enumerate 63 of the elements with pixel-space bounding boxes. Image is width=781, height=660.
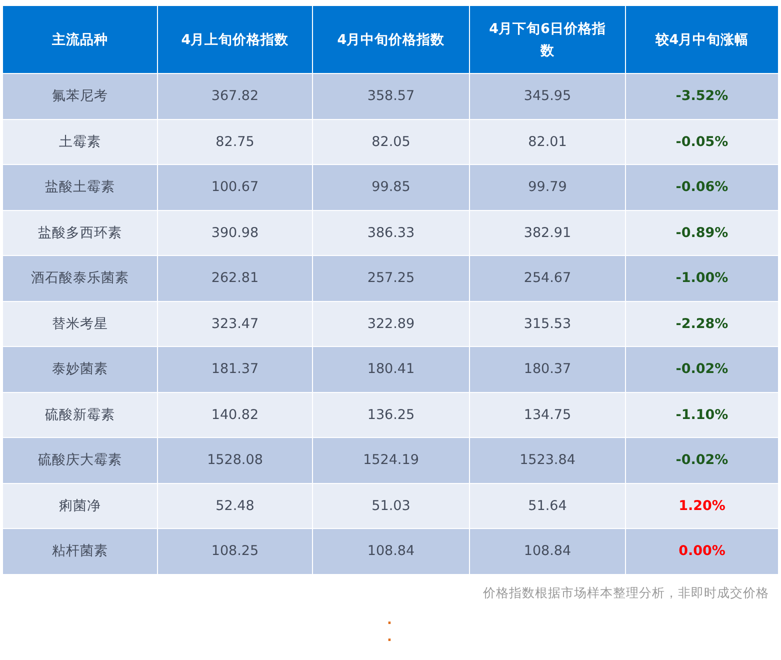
table-cell: 180.37 bbox=[470, 346, 626, 392]
table-cell: 1528.08 bbox=[158, 438, 312, 483]
table-cell: 82.75 bbox=[158, 119, 312, 164]
table-cell: 386.33 bbox=[312, 210, 470, 256]
table-cell: 痢菌净 bbox=[2, 483, 158, 528]
table-cell: -0.02% bbox=[626, 438, 778, 483]
table-cell: 粘杆菌素 bbox=[2, 528, 158, 574]
table-cell: 51.64 bbox=[470, 483, 626, 528]
table-cell: 367.82 bbox=[158, 74, 312, 119]
dot-mark: . bbox=[387, 612, 392, 628]
table-cell: -0.02% bbox=[626, 346, 778, 392]
table-cell: 262.81 bbox=[158, 256, 312, 301]
table-cell: 358.57 bbox=[312, 74, 470, 119]
table-cell: 100.67 bbox=[158, 164, 312, 210]
table-cell: 99.79 bbox=[470, 164, 626, 210]
column-header: 主流品种 bbox=[2, 6, 158, 74]
table-cell: 泰妙菌素 bbox=[2, 346, 158, 392]
table-cell: 108.84 bbox=[312, 528, 470, 574]
table-cell: 180.41 bbox=[312, 346, 470, 392]
table-cell: 82.01 bbox=[470, 119, 626, 164]
table-cell: 0.00% bbox=[626, 528, 778, 574]
table-cell: 1524.19 bbox=[312, 438, 470, 483]
footnote: 价格指数根据市场样本整理分析，非即时成交价格 bbox=[483, 584, 769, 602]
table-cell: 氟苯尼考 bbox=[2, 74, 158, 119]
table-cell: 酒石酸泰乐菌素 bbox=[2, 256, 158, 301]
table-cell: -2.28% bbox=[626, 301, 778, 346]
column-header: 4月下旬6日价格指数 bbox=[470, 6, 626, 74]
table-cell: 硫酸新霉素 bbox=[2, 392, 158, 438]
table-cell: 257.25 bbox=[312, 256, 470, 301]
table-cell: 345.95 bbox=[470, 74, 626, 119]
table-cell: 99.85 bbox=[312, 164, 470, 210]
table-cell: 盐酸多西环素 bbox=[2, 210, 158, 256]
table-cell: -3.52% bbox=[626, 74, 778, 119]
table-cell: 82.05 bbox=[312, 119, 470, 164]
table-cell: 108.84 bbox=[470, 528, 626, 574]
table-cell: 1.20% bbox=[626, 483, 778, 528]
dot-mark: . bbox=[387, 628, 392, 646]
table-cell: 土霉素 bbox=[2, 119, 158, 164]
table-cell: 51.03 bbox=[312, 483, 470, 528]
table-cell: -0.06% bbox=[626, 164, 778, 210]
column-header: 4月中旬价格指数 bbox=[312, 6, 470, 74]
table-cell: 盐酸土霉素 bbox=[2, 164, 158, 210]
table-cell: 315.53 bbox=[470, 301, 626, 346]
table-cell: -1.00% bbox=[626, 256, 778, 301]
table-cell: 替米考星 bbox=[2, 301, 158, 346]
column-header: 4月上旬价格指数 bbox=[158, 6, 312, 74]
table-cell: 322.89 bbox=[312, 301, 470, 346]
table-cell: 181.37 bbox=[158, 346, 312, 392]
table-cell: 108.25 bbox=[158, 528, 312, 574]
table-cell: -1.10% bbox=[626, 392, 778, 438]
table-cell: 390.98 bbox=[158, 210, 312, 256]
table-cell: 323.47 bbox=[158, 301, 312, 346]
table-cell: 140.82 bbox=[158, 392, 312, 438]
table-cell: -0.05% bbox=[626, 119, 778, 164]
table-cell: 硫酸庆大霉素 bbox=[2, 438, 158, 483]
table-cell: 382.91 bbox=[470, 210, 626, 256]
table-cell: 134.75 bbox=[470, 392, 626, 438]
table-cell: 52.48 bbox=[158, 483, 312, 528]
table-cell: 136.25 bbox=[312, 392, 470, 438]
column-header: 较4月中旬涨幅 bbox=[626, 6, 778, 74]
table-cell: 1523.84 bbox=[470, 438, 626, 483]
table-cell: -0.89% bbox=[626, 210, 778, 256]
table-cell: 254.67 bbox=[470, 256, 626, 301]
